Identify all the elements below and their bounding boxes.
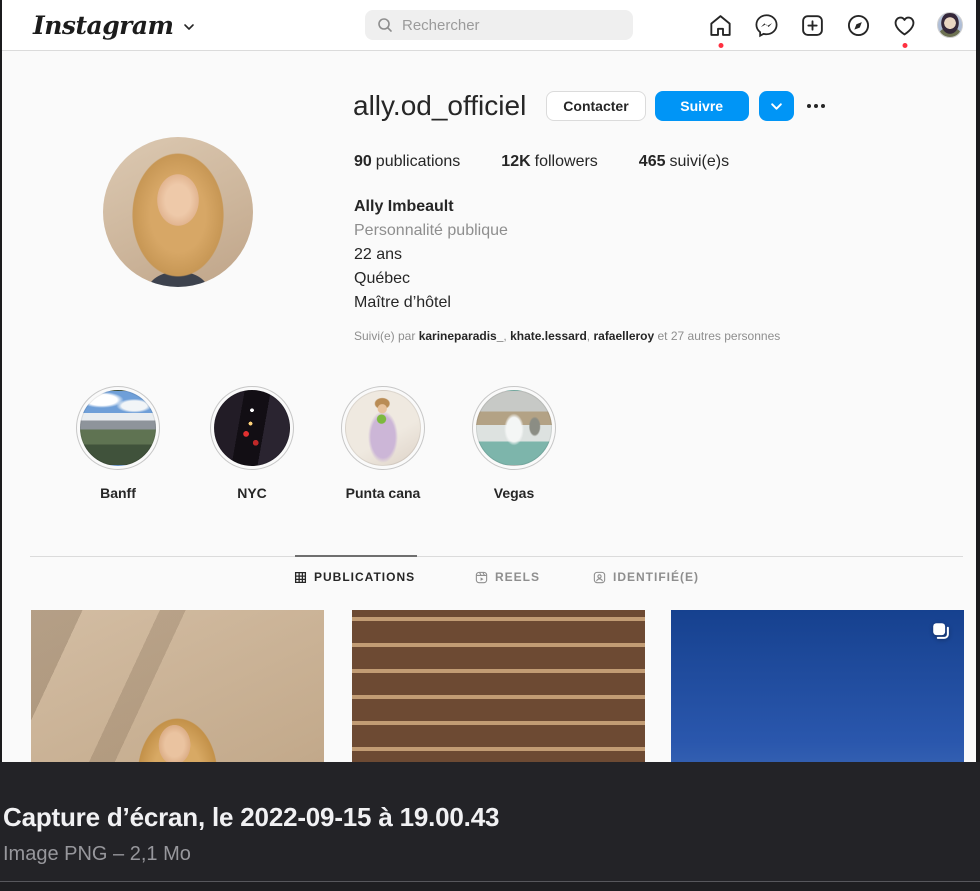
profile-picture[interactable] [103, 137, 253, 287]
file-info-panel: Capture d’écran, le 2022-09-15 à 19.00.4… [0, 762, 980, 891]
instagram-wordmark[interactable]: Instagram [33, 11, 174, 40]
follow-options-button[interactable] [759, 91, 794, 121]
tagged-badge-icon [593, 571, 606, 584]
stat-followers[interactable]: 12Kfollowers [501, 153, 598, 171]
tab-publications[interactable]: PUBLICATIONS [294, 570, 415, 584]
search-input[interactable] [402, 17, 621, 34]
tabs-divider [30, 556, 963, 557]
highlight-label: Punta cana [328, 485, 438, 501]
top-nav: Instagram [2, 0, 976, 51]
more-options-icon[interactable] [807, 104, 825, 108]
chevron-down-icon[interactable] [183, 21, 195, 33]
tab-reels[interactable]: REELS [475, 570, 540, 584]
file-title: Capture d’écran, le 2022-09-15 à 19.00.4… [3, 802, 499, 833]
file-meta: Image PNG – 2,1 Mo [3, 843, 191, 866]
username-row: ally.od_officiel Contacter Suivre [353, 90, 825, 122]
page-title-username: ally.od_officiel [353, 90, 526, 122]
highlight-thumbnail [214, 390, 290, 466]
highlight-label: Banff [63, 485, 173, 501]
highlight-ring [210, 386, 294, 470]
preview-window: Instagram [0, 0, 980, 891]
carousel-icon [930, 620, 952, 642]
instagram-logo[interactable]: Instagram [33, 0, 195, 50]
activity-notification-dot [902, 43, 907, 48]
post-thumbnail-2[interactable] [352, 610, 645, 762]
nav-icon-group [707, 0, 963, 50]
stat-publications: 90publications [354, 153, 460, 171]
highlight-thumbnail [345, 390, 421, 466]
stat-following[interactable]: 465suivi(e)s [639, 153, 729, 171]
post-thumbnail-1[interactable] [31, 610, 324, 762]
explore-icon[interactable] [845, 12, 872, 39]
follow-button[interactable]: Suivre [655, 91, 749, 121]
highlight-thumbnail [80, 390, 156, 466]
highlight-nyc[interactable]: NYC [197, 386, 307, 501]
post-thumbnail-3[interactable] [671, 610, 964, 762]
highlight-label: NYC [197, 485, 307, 501]
followed-by-user[interactable]: rafaelleroy [593, 329, 654, 343]
bio-line: 22 ans [354, 243, 508, 267]
nav-profile-avatar[interactable] [937, 12, 963, 38]
bio-line: Maître d’hôtel [354, 291, 508, 315]
search-bar[interactable] [365, 10, 633, 40]
search-icon [377, 17, 393, 33]
highlight-ring [76, 386, 160, 470]
profile-category: Personnalité publique [354, 219, 508, 243]
new-post-icon[interactable] [799, 12, 826, 39]
highlight-ring [472, 386, 556, 470]
contact-button[interactable]: Contacter [546, 91, 645, 121]
messenger-icon[interactable] [753, 12, 780, 39]
home-icon[interactable] [707, 12, 734, 39]
highlight-label: Vegas [459, 485, 569, 501]
followed-by-prefix: Suivi(e) par [354, 329, 419, 343]
bio-section: Ally Imbeault Personnalité publique 22 a… [354, 195, 508, 315]
full-name: Ally Imbeault [354, 195, 508, 219]
reels-icon [475, 571, 488, 584]
followed-by-user[interactable]: karineparadis_ [419, 329, 504, 343]
followed-by-suffix: et 27 autres personnes [654, 329, 780, 343]
highlight-vegas[interactable]: Vegas [459, 386, 569, 501]
followed-by-line: Suivi(e) par karineparadis_, khate.lessa… [354, 329, 780, 343]
tab-tagged[interactable]: IDENTIFIÉ(E) [593, 570, 699, 584]
stats-row: 90publications 12Kfollowers 465suivi(e)s [354, 153, 729, 171]
highlight-punta-cana[interactable]: Punta cana [328, 386, 438, 501]
followed-by-user[interactable]: khate.lessard [510, 329, 587, 343]
chevron-down-icon [770, 100, 783, 113]
activity-heart-icon[interactable] [891, 12, 918, 39]
highlight-ring [341, 386, 425, 470]
instagram-page: Instagram [2, 0, 976, 762]
grid-icon [294, 571, 307, 584]
active-tab-indicator [295, 555, 417, 557]
bio-line: Québec [354, 267, 508, 291]
home-notification-dot [718, 43, 723, 48]
highlight-thumbnail [476, 390, 552, 466]
highlight-banff[interactable]: Banff [63, 386, 173, 501]
panel-footer-strip [0, 882, 980, 891]
